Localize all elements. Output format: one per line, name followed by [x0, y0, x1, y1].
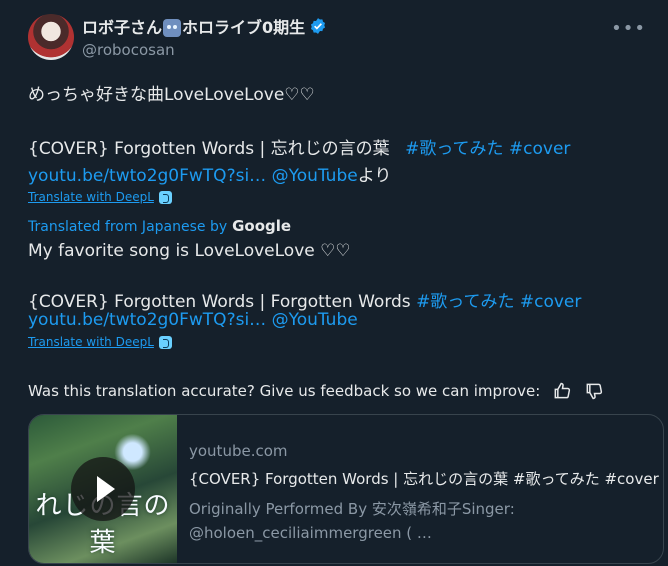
- tweet-line-1: めっちゃ好きな曲LoveLoveLove♡♡: [28, 85, 315, 105]
- display-name-row[interactable]: ロボ子さん ホロライブ0期生: [82, 14, 327, 38]
- video-thumbnail[interactable]: れじの言の葉: [29, 415, 177, 563]
- hashtag-cover[interactable]: #cover: [509, 139, 571, 159]
- link-preview-card[interactable]: れじの言の葉 youtube.com {COVER} Forgotten Wor…: [28, 414, 664, 564]
- card-description: Originally Performed By 安次嶺希和子Singer: @h…: [189, 497, 659, 545]
- deepl-icon: [158, 190, 172, 204]
- deepl-icon: [158, 335, 172, 349]
- tweet-title-text: {COVER} Forgotten Words | 忘れじの言の葉: [28, 139, 396, 159]
- display-name-part1[interactable]: ロボ子さん: [82, 14, 162, 38]
- translated-from-label: Translated from Japanese by: [28, 219, 228, 235]
- translate-deepl-link[interactable]: Translate with DeepL: [28, 190, 172, 204]
- translated-hashtag-cover[interactable]: #cover: [520, 292, 582, 312]
- card-domain: youtube.com: [189, 442, 288, 460]
- avatar[interactable]: [28, 14, 74, 60]
- card-description-line2: @holoen_ceciliaimmergreen ( …: [189, 524, 432, 542]
- translate-deepl-label-2[interactable]: Translate with DeepL: [28, 335, 154, 349]
- translated-youtube-link[interactable]: youtu.be/twto2g0FwTQ?si…: [28, 310, 266, 330]
- card-title: {COVER} Forgotten Words | 忘れじの言の葉 #歌ってみた…: [189, 470, 659, 488]
- translated-line-2: {COVER} Forgotten Words | Forgotten Word…: [28, 287, 581, 312]
- tweet-line-2: {COVER} Forgotten Words | 忘れじの言の葉 #歌ってみた…: [28, 134, 570, 159]
- google-logo: Google: [232, 217, 292, 235]
- tweet-suffix: より: [357, 166, 392, 186]
- translated-title-text: {COVER} Forgotten Words | Forgotten Word…: [28, 292, 417, 312]
- translated-hashtag-utattemita[interactable]: #歌ってみた: [416, 292, 514, 312]
- translate-deepl-label[interactable]: Translate with DeepL: [28, 190, 154, 204]
- robot-face-icon: [163, 19, 182, 37]
- youtube-mention[interactable]: @YouTube: [272, 166, 358, 186]
- translation-feedback: Was this translation accurate? Give us f…: [28, 381, 604, 401]
- handle[interactable]: @robocosan: [82, 41, 327, 59]
- play-icon[interactable]: [71, 457, 135, 521]
- thumbs-up-icon[interactable]: [552, 381, 572, 401]
- thumbs-down-icon[interactable]: [584, 381, 604, 401]
- tweet-line-3: youtu.be/twto2g0FwTQ?si… @YouTubeより: [28, 161, 391, 186]
- tweet-header: ロボ子さん ホロライブ0期生 @robocosan: [82, 14, 327, 59]
- translated-line-1: My favorite song is LoveLoveLove ♡♡: [28, 241, 351, 261]
- card-description-line1: Originally Performed By 安次嶺希和子Singer:: [189, 500, 515, 518]
- more-options-icon[interactable]: •••: [611, 18, 646, 39]
- verified-badge-icon: [311, 18, 326, 34]
- translated-line-3: youtu.be/twto2g0FwTQ?si… @YouTube: [28, 310, 358, 330]
- hashtag-utattemita[interactable]: #歌ってみた: [405, 139, 503, 159]
- feedback-question: Was this translation accurate? Give us f…: [28, 382, 541, 400]
- youtube-link[interactable]: youtu.be/twto2g0FwTQ?si…: [28, 166, 266, 186]
- translate-deepl-link-2[interactable]: Translate with DeepL: [28, 335, 172, 349]
- translated-youtube-mention[interactable]: @YouTube: [272, 310, 358, 330]
- card-text: youtube.com {COVER} Forgotten Words | 忘れ…: [189, 442, 659, 545]
- display-name-part2[interactable]: ホロライブ0期生: [182, 14, 305, 38]
- translated-from: Translated from Japanese by Google: [28, 217, 291, 235]
